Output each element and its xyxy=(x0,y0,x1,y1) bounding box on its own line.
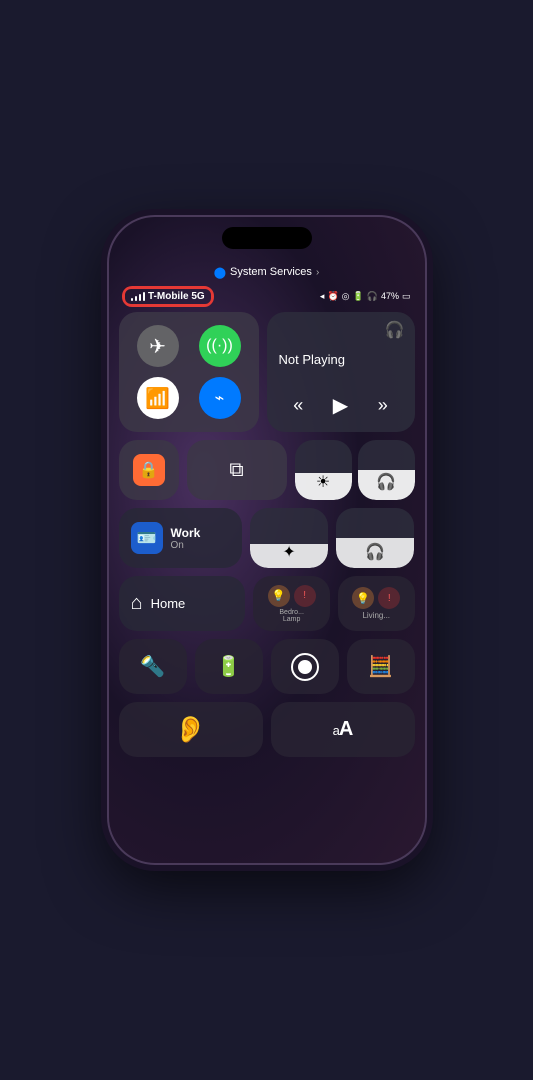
wifi-icon: 📶 xyxy=(145,386,170,411)
chevron-right-icon: › xyxy=(316,267,319,278)
dynamic-island xyxy=(222,227,312,249)
screen-mirror-button[interactable]: ⧉ xyxy=(187,440,287,500)
row-accessibility: 👂 aA xyxy=(119,702,415,757)
row-tools: 🔦 🔋 🧮 xyxy=(119,639,415,694)
carrier-name: T-Mobile 5G xyxy=(148,291,205,302)
airpods-volume-icon: 🎧 xyxy=(365,542,385,562)
bulb-icon-2: 💡 xyxy=(356,592,370,605)
signal-bars xyxy=(131,291,146,301)
connectivity-grid: ✈ ((·)) 📶 ⌁ xyxy=(119,312,259,432)
signal-bar-2 xyxy=(135,296,138,301)
battery-icon-tool: 🔋 xyxy=(216,654,241,679)
prev-button[interactable]: « xyxy=(293,395,303,416)
brightness-slider-2[interactable]: ✦ xyxy=(250,508,328,568)
sun-icon: ✦ xyxy=(282,542,295,562)
signal-bar-4 xyxy=(143,292,146,301)
navigation-icon: ◂ xyxy=(320,291,325,302)
text-size-button[interactable]: aA xyxy=(271,702,415,757)
bluetooth-icon: ⌁ xyxy=(215,388,225,408)
bedroom-lamp-icons: 💡 ! xyxy=(268,585,316,607)
battery-icon: ▭ xyxy=(402,291,411,302)
record-dot xyxy=(298,660,312,674)
home-button[interactable]: ⌂ Home xyxy=(119,576,246,631)
hearing-button[interactable]: 👂 xyxy=(119,702,263,757)
system-services[interactable]: ⬤ System Services › xyxy=(214,266,320,279)
battery-button[interactable]: 🔋 xyxy=(195,639,263,694)
screen-lock-icon: 🔒 xyxy=(133,454,165,486)
brightness-slider[interactable]: ☀ xyxy=(295,440,352,500)
volume-slider[interactable]: 🎧 xyxy=(358,440,415,500)
lamp-bulb-icon-2: 💡 xyxy=(352,587,374,609)
battery-percent: 47% xyxy=(381,291,399,301)
slider-group: ☀ 🎧 xyxy=(295,440,415,500)
row-focus: 🪪 Work On ✦ 🎧 xyxy=(119,508,415,568)
text-size-label: aA xyxy=(333,718,353,741)
airplane-mode-button[interactable]: ✈ xyxy=(137,325,179,367)
volume-slider-2[interactable]: 🎧 xyxy=(336,508,414,568)
lock-rotation-icon: 🔒 xyxy=(139,460,159,480)
control-center: ✈ ((·)) 📶 ⌁ 🎧 Not Playing xyxy=(119,312,415,848)
system-services-label: System Services xyxy=(230,266,312,278)
volume-icon: 🎧 xyxy=(376,472,396,492)
focus-icon: 🪪 xyxy=(131,522,163,554)
focus-text: Work On xyxy=(171,526,201,551)
flashlight-button[interactable]: 🔦 xyxy=(119,639,187,694)
next-button[interactable]: » xyxy=(378,395,388,416)
calculator-icon: 🧮 xyxy=(368,654,393,679)
warning-icon: ! xyxy=(303,590,306,601)
status-icons: ◂ ⏰ ◎ 🔋 🎧 47% ▭ xyxy=(320,291,411,302)
wifi-button[interactable]: 📶 xyxy=(137,377,179,419)
bluetooth-button[interactable]: ⌁ xyxy=(199,377,241,419)
living-lamp-label: Living... xyxy=(362,611,390,620)
lamp-bulb-icon-1: 💡 xyxy=(268,585,290,607)
home-label: Home xyxy=(151,596,186,611)
airpods-icon: 🎧 xyxy=(385,320,405,340)
airplane-icon: ✈ xyxy=(149,334,166,359)
living-lamp-button[interactable]: 💡 ! Living... xyxy=(338,576,415,631)
text-size-large: A xyxy=(339,718,352,740)
lamp-excl-icon: ! xyxy=(294,585,316,607)
signal-bar-3 xyxy=(139,294,142,301)
brightness-icon: ☀ xyxy=(316,472,330,492)
hearing-icon: 👂 xyxy=(174,714,206,745)
focus-status-icon: ◎ xyxy=(342,291,350,302)
headphones-icon: 🎧 xyxy=(367,291,378,302)
screen-lock-button[interactable]: 🔒 xyxy=(119,440,179,500)
phone-frame: ⬤ System Services › T-Mobile 5G ◂ ⏰ ◎ xyxy=(107,215,427,865)
flashlight-icon: 🔦 xyxy=(140,654,165,679)
calculator-button[interactable]: 🧮 xyxy=(347,639,415,694)
living-lamp-icons: 💡 ! xyxy=(352,587,400,609)
play-button[interactable]: ▶ xyxy=(333,393,348,418)
status-bar: ⬤ System Services › xyxy=(109,257,425,287)
focus-button[interactable]: 🪪 Work On xyxy=(119,508,242,568)
alarm-icon: ⏰ xyxy=(327,291,338,302)
media-controls: « ▶ » xyxy=(279,389,403,422)
location-icon: ⬤ xyxy=(214,266,226,279)
home-icon: ⌂ xyxy=(131,592,143,615)
person-badge-icon: 🪪 xyxy=(137,528,157,548)
phone-screen: ⬤ System Services › T-Mobile 5G ◂ ⏰ ◎ xyxy=(109,217,425,863)
carrier-info: T-Mobile 5G xyxy=(123,287,213,306)
lamp-excl-icon-2: ! xyxy=(378,587,400,609)
bedroom-lamp-button[interactable]: 💡 ! Bedro... Lamp xyxy=(253,576,330,631)
now-playing-card[interactable]: 🎧 Not Playing « ▶ » xyxy=(267,312,415,432)
carrier-bar: T-Mobile 5G ◂ ⏰ ◎ 🔋 🎧 47% ▭ xyxy=(109,285,425,307)
cellular-icon: ((·)) xyxy=(206,337,233,355)
focus-sublabel: On xyxy=(171,540,201,551)
battery-status-icon: 🔋 xyxy=(353,291,364,302)
screen-record-button[interactable] xyxy=(271,639,339,694)
bedroom-lamp-label: Bedro... Lamp xyxy=(279,609,304,623)
row-lock-mirror-sliders: 🔒 ⧉ ☀ 🎧 xyxy=(119,440,415,500)
focus-label: Work xyxy=(171,526,201,540)
screen-record-icon xyxy=(291,653,319,681)
cellular-button[interactable]: ((·)) xyxy=(199,325,241,367)
bulb-icon: 💡 xyxy=(272,589,286,602)
row-home-lamps: ⌂ Home 💡 ! Bedro... Lamp xyxy=(119,576,415,631)
signal-bar-1 xyxy=(131,298,134,301)
warning-icon-2: ! xyxy=(388,593,391,604)
row-connectivity-nowplaying: ✈ ((·)) 📶 ⌁ 🎧 Not Playing xyxy=(119,312,415,432)
mirror-icon: ⧉ xyxy=(229,459,243,482)
